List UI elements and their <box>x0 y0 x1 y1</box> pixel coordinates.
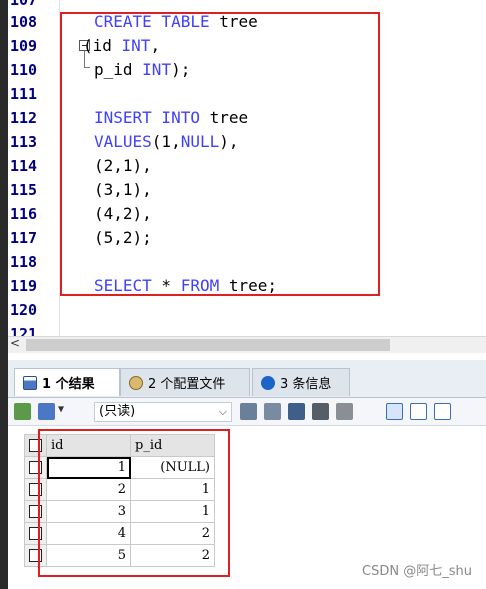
line-number: 113 <box>10 133 38 151</box>
result-toolbar: ▼ (只读) ⌵ <box>8 398 486 426</box>
line-number: 112 <box>10 109 38 127</box>
info-icon <box>261 375 275 390</box>
window-left-border <box>0 0 8 589</box>
horizontal-scrollbar[interactable]: < <box>8 336 486 353</box>
line-number: 119 <box>10 277 38 295</box>
dropdown-arrow-icon: ⌵ <box>218 405 227 418</box>
tab-label: 2 个配置文件 <box>148 377 226 392</box>
readonly-select[interactable]: (只读) ⌵ <box>94 402 232 422</box>
grid-view-icon[interactable] <box>14 403 31 420</box>
line-number: 120 <box>10 301 38 319</box>
insert-row-icon[interactable] <box>240 403 257 420</box>
save-icon[interactable] <box>288 403 305 420</box>
grid-result-icon <box>23 375 37 390</box>
readonly-select-value: (只读) <box>99 404 136 419</box>
profile-icon <box>129 375 143 390</box>
scrollbar-thumb[interactable] <box>26 339 390 351</box>
line-number: 117 <box>10 229 38 247</box>
grid-mode-icon[interactable] <box>386 403 403 420</box>
duplicate-row-icon[interactable] <box>264 403 281 420</box>
tab-label: 1 个结果 <box>42 377 95 392</box>
line-number: 110 <box>10 61 38 79</box>
line-number: 116 <box>10 205 38 223</box>
line-number: 121 <box>10 325 38 336</box>
line-number: 109 <box>10 37 38 55</box>
grid-highlight-box <box>38 429 230 577</box>
line-number: 118 <box>10 253 38 271</box>
delete-icon[interactable] <box>312 403 329 420</box>
scroll-left-icon[interactable]: < <box>10 336 20 350</box>
line-number: 111 <box>10 85 38 103</box>
chevron-down-icon[interactable]: ▼ <box>58 404 64 415</box>
form-view-icon[interactable] <box>38 403 55 420</box>
code-highlight-box <box>60 12 380 296</box>
line-number: 108 <box>10 13 38 31</box>
tab-label: 3 条信息 <box>280 377 332 392</box>
text-mode-icon[interactable] <box>434 403 451 420</box>
line-number: 114 <box>10 157 38 175</box>
form-mode-icon[interactable] <box>410 403 427 420</box>
result-tab-bar: 1 个结果 2 个配置文件 3 条信息 <box>8 360 486 398</box>
line-number: 115 <box>10 181 38 199</box>
line-number-gutter: 107 108 109 110 111 112 113 114 115 116 … <box>8 0 60 336</box>
cancel-changes-icon[interactable] <box>336 403 353 420</box>
tab-profiles[interactable]: 2 个配置文件 <box>120 368 250 396</box>
tab-results[interactable]: 1 个结果 <box>14 368 120 396</box>
tab-messages[interactable]: 3 条信息 <box>252 368 350 396</box>
sql-editor[interactable]: 107 108 109 110 111 112 113 114 115 116 … <box>8 0 486 336</box>
watermark: CSDN @阿七_shu <box>362 564 472 579</box>
